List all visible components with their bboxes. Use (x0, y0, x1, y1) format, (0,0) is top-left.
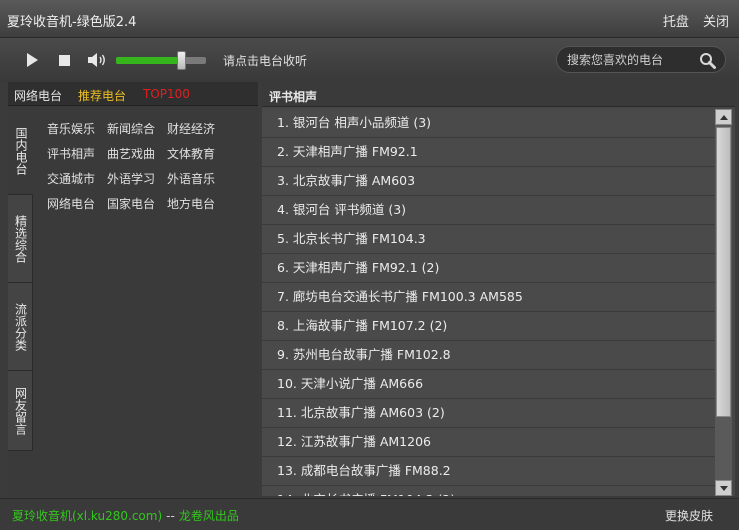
station-item[interactable]: 4. 银河台 评书频道 (3) (262, 196, 715, 225)
footer-credits: 夏玲收音机(xl.ku280.com) -- 龙卷风出品 (12, 507, 239, 524)
category-item[interactable]: 文体教育 (167, 145, 227, 162)
tab-network-radio[interactable]: 网络电台 (14, 87, 62, 104)
category-row: 网络电台 国家电台 地方电台 (47, 195, 227, 220)
homepage-link[interactable]: 夏玲收音机(xl.ku280.com) (12, 509, 162, 523)
play-hint: 请点击电台收听 (223, 54, 308, 68)
category-row: 交通城市 外语学习 外语音乐 (47, 170, 227, 195)
station-item[interactable]: 14. 北京长书广播 FM104.3 (2) (262, 486, 715, 496)
search-box (556, 46, 726, 73)
list-header: 评书相声 (262, 82, 735, 107)
chevron-up-icon (720, 115, 728, 120)
volume-handle[interactable] (177, 51, 186, 70)
category-item[interactable]: 网络电台 (47, 195, 107, 212)
station-item[interactable]: 11. 北京故事广播 AM603 (2) (262, 399, 715, 428)
station-item[interactable]: 5. 北京长书广播 FM104.3 (262, 225, 715, 254)
station-item[interactable]: 7. 廊坊电台交通长书广播 FM100.3 AM585 (262, 283, 715, 312)
play-icon (26, 53, 38, 67)
tab-recommended[interactable]: 推荐电台 (78, 87, 126, 104)
play-button[interactable] (23, 51, 41, 69)
left-panel: 网络电台 推荐电台 TOP100 国内电台 精选综合 流派分类 网友留言 音乐娱… (8, 82, 258, 496)
category-item[interactable]: 国家电台 (107, 195, 167, 212)
window-controls: 托盘 关闭 (653, 11, 729, 30)
close-button[interactable]: 关闭 (703, 15, 729, 30)
volume-fill (116, 57, 179, 64)
footer-separator: -- (166, 509, 175, 523)
category-row: 音乐娱乐 新闻综合 财经经济 (47, 120, 227, 145)
category-item[interactable]: 音乐娱乐 (47, 120, 107, 137)
category-row: 评书相声 曲艺戏曲 文体教育 (47, 145, 227, 170)
left-tab-bar: 网络电台 推荐电台 TOP100 (8, 82, 258, 106)
minimize-to-tray-button[interactable]: 托盘 (663, 15, 689, 30)
vtab-genres[interactable]: 流派分类 (8, 283, 33, 371)
station-item[interactable]: 12. 江苏故事广播 AM1206 (262, 428, 715, 457)
category-item[interactable]: 评书相声 (47, 145, 107, 162)
vtab-messages[interactable]: 网友留言 (8, 371, 33, 451)
station-list: 1. 银河台 相声小品频道 (3) 2. 天津相声广播 FM92.1 3. 北京… (262, 109, 715, 496)
station-item[interactable]: 3. 北京故事广播 AM603 (262, 167, 715, 196)
station-item[interactable]: 8. 上海故事广播 FM107.2 (2) (262, 312, 715, 341)
category-item[interactable]: 外语学习 (107, 170, 167, 187)
station-item[interactable]: 9. 苏州电台故事广播 FM102.8 (262, 341, 715, 370)
search-input[interactable] (567, 51, 692, 69)
station-item[interactable]: 6. 天津相声广播 FM92.1 (2) (262, 254, 715, 283)
title-bar: 夏玲收音机-绿色版2.4 托盘 关闭 (0, 0, 739, 38)
station-item[interactable]: 2. 天津相声广播 FM92.1 (262, 138, 715, 167)
vertical-tab-list: 国内电台 精选综合 流派分类 网友留言 (8, 107, 33, 451)
vtab-domestic[interactable]: 国内电台 (8, 107, 33, 195)
category-item[interactable]: 财经经济 (167, 120, 227, 137)
volume-slider[interactable] (116, 51, 206, 70)
category-item[interactable]: 地方电台 (167, 195, 227, 212)
station-item[interactable]: 1. 银河台 相声小品频道 (3) (262, 109, 715, 138)
category-item[interactable]: 交通城市 (47, 170, 107, 187)
station-item[interactable]: 10. 天津小说广播 AM666 (262, 370, 715, 399)
change-skin-button[interactable]: 更换皮肤 (665, 507, 713, 524)
scroll-up-button[interactable] (715, 109, 732, 125)
tab-top100[interactable]: TOP100 (143, 87, 190, 101)
stop-button[interactable] (55, 51, 73, 69)
list-scrollbar[interactable] (715, 109, 732, 496)
search-icon[interactable] (699, 52, 716, 69)
station-item[interactable]: 13. 成都电台故事广播 FM88.2 (262, 457, 715, 486)
window-title: 夏玲收音机-绿色版2.4 (7, 15, 137, 30)
stop-icon (58, 54, 70, 66)
category-item[interactable]: 外语音乐 (167, 170, 227, 187)
category-item[interactable]: 新闻综合 (107, 120, 167, 137)
station-panel: 评书相声 1. 银河台 相声小品频道 (3) 2. 天津相声广播 FM92.1 … (262, 82, 735, 496)
scroll-thumb[interactable] (716, 127, 731, 417)
category-grid: 音乐娱乐 新闻综合 财经经济 评书相声 曲艺戏曲 文体教育 交通城市 外语学习 外语音乐 网… (47, 120, 227, 220)
scroll-down-button[interactable] (715, 480, 732, 496)
category-item[interactable]: 曲艺戏曲 (107, 145, 167, 162)
list-header-title: 评书相声 (269, 90, 318, 104)
vtab-featured[interactable]: 精选综合 (8, 195, 33, 283)
author-link[interactable]: 龙卷风出品 (179, 509, 239, 523)
speaker-icon (88, 53, 105, 67)
footer-bar: 夏玲收音机(xl.ku280.com) -- 龙卷风出品 更换皮肤 (0, 498, 739, 530)
chevron-down-icon (720, 486, 728, 491)
mute-button[interactable] (86, 51, 108, 69)
